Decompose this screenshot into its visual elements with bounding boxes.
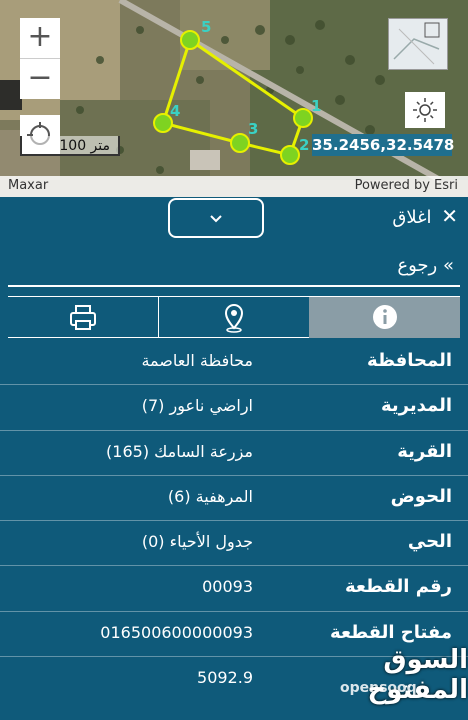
row-key: القرية <box>397 440 452 462</box>
attribution-left: Maxar <box>8 178 49 193</box>
row-value: جدول الأحياء (0) <box>141 532 253 552</box>
tab-info[interactable] <box>309 297 460 338</box>
row-value: المرهفية (6) <box>167 486 253 506</box>
watermark-logo: السوق المفتوح <box>367 645 468 705</box>
parcel-vertex[interactable] <box>230 133 250 153</box>
info-icon <box>373 305 397 329</box>
list-item: القرية مزرعة السامك (165) <box>0 429 468 475</box>
close-button[interactable]: ✕ اغلاق <box>392 204 458 228</box>
row-value: 016500600000093 <box>100 622 253 642</box>
row-key: المديرية <box>380 395 452 417</box>
row-value: 5092.9 <box>197 668 253 688</box>
location-pin-icon <box>224 304 244 333</box>
tab-print[interactable] <box>8 297 158 338</box>
row-key: رقم القطعة <box>344 576 452 598</box>
zoom-out-button[interactable]: − <box>20 59 60 99</box>
close-icon: ✕ <box>441 204 458 228</box>
list-item: رقم القطعة 00093 <box>0 565 468 610</box>
back-button[interactable]: » رجوع <box>397 255 454 276</box>
row-value: مزرعة السامك (165) <box>106 441 253 461</box>
overview-map-thumbnail[interactable] <box>388 18 448 70</box>
row-key: مفتاح القطعة <box>330 621 452 643</box>
tab-bar <box>8 296 460 338</box>
row-key: الحي <box>407 531 452 553</box>
zoom-in-button[interactable]: + <box>20 18 60 59</box>
map-attribution: Maxar Powered by Esri <box>0 176 468 197</box>
row-value: 00093 <box>202 577 253 597</box>
overview-map-image <box>389 19 447 69</box>
double-chevron-right-icon: » <box>442 255 454 276</box>
map-view[interactable]: 5 4 3 2 1 + − 100 متر 35.2456,32.5478 Ma… <box>0 0 468 197</box>
row-key: المحافظة <box>367 350 452 371</box>
divider <box>8 285 460 287</box>
list-item: الحي جدول الأحياء (0) <box>0 520 468 565</box>
watermark-sub: opensooq <box>340 680 417 696</box>
row-value: محافظة العاصمة <box>141 351 253 370</box>
list-item: المحافظة محافظة العاصمة <box>0 340 468 384</box>
vertex-label: 3 <box>248 120 258 138</box>
parcel-vertex[interactable] <box>293 108 313 128</box>
list-item: الحوض المرهفية (6) <box>0 474 468 520</box>
chevron-down-icon <box>210 215 222 223</box>
vertex-label: 2 <box>299 136 309 154</box>
parcel-vertex[interactable] <box>180 30 200 50</box>
close-label: اغلاق <box>392 207 432 228</box>
basemap-toggle-button[interactable] <box>405 92 445 128</box>
collapse-panel-button[interactable] <box>168 198 264 238</box>
attribution-right[interactable]: Powered by Esri <box>355 178 458 193</box>
vertex-label: 5 <box>201 18 211 36</box>
coordinates-readout: 35.2456,32.5478 <box>312 134 455 156</box>
row-key: الحوض <box>390 485 452 507</box>
vertex-label: 1 <box>311 97 321 115</box>
back-label: رجوع <box>397 255 438 276</box>
printer-icon <box>70 305 96 330</box>
vertex-label: 4 <box>170 102 180 120</box>
list-item: المديرية اراضي ناعور (7) <box>0 384 468 429</box>
tab-location[interactable] <box>158 297 310 338</box>
map-scale-bar: 100 متر <box>20 136 120 156</box>
row-value: اراضي ناعور (7) <box>141 396 253 416</box>
parcel-vertex[interactable] <box>280 145 300 165</box>
sun-icon <box>413 98 437 122</box>
